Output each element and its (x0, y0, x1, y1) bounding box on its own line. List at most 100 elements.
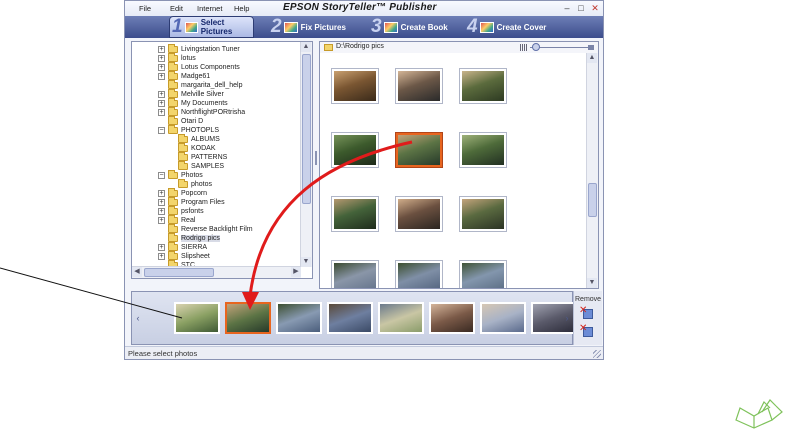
zoom-slider-knob[interactable] (532, 43, 540, 51)
tab-select-pictures[interactable]: 1 Select Pictures (169, 16, 254, 38)
expand-icon[interactable]: + (158, 73, 165, 80)
folder-icon (168, 62, 178, 71)
expand-icon[interactable]: + (158, 91, 165, 98)
thumbnail-grid (320, 53, 587, 288)
menu-help[interactable]: Help (234, 4, 249, 13)
tab-create-cover[interactable]: 4 Create Cover (467, 16, 546, 38)
scroll-left-icon[interactable]: ◀ (132, 267, 142, 277)
remove-all-button[interactable]: ✕ (579, 324, 595, 339)
close-button[interactable]: ✕ (589, 2, 601, 14)
expand-icon[interactable]: + (158, 100, 165, 107)
folder-tree-item[interactable]: + Slipsheet (158, 251, 210, 261)
folder-tree-item[interactable]: SAMPLES (168, 161, 224, 171)
photo-thumbnail[interactable] (332, 197, 378, 231)
large-view-icon[interactable] (588, 45, 594, 50)
strip-photo-thumbnail[interactable] (174, 302, 220, 334)
photo-thumbnail[interactable] (460, 133, 506, 167)
thumbnail-vertical-scrollbar[interactable]: ▲ ▼ (586, 53, 598, 288)
expand-icon[interactable]: + (158, 55, 165, 62)
tree-horizontal-scrollbar[interactable]: ◀ ▶ (132, 266, 301, 278)
path-bar: D:\Rodrigo pics (320, 42, 598, 53)
step-number: 4 (467, 16, 478, 37)
folder-tree-item[interactable]: + Real (158, 215, 196, 225)
photo-thumbnail[interactable] (460, 261, 506, 288)
menu-internet[interactable]: Internet (197, 4, 222, 13)
folder-tree-item[interactable]: + psfonts (158, 206, 204, 216)
folder-tree-item[interactable]: + Popcorn (158, 188, 208, 198)
folder-label: photos (191, 181, 213, 188)
menu-bar: File Edit Internet Help EPSON StoryTelle… (125, 1, 603, 17)
strip-photo-thumbnail[interactable] (225, 302, 271, 334)
photo-thumbnail[interactable] (460, 69, 506, 103)
photo-thumbnail[interactable] (396, 197, 442, 231)
scroll-down-icon[interactable]: ▼ (301, 257, 311, 267)
folder-icon (178, 134, 188, 143)
folder-icon (168, 251, 178, 260)
resize-grip-icon[interactable] (593, 350, 601, 358)
scroll-up-icon[interactable]: ▲ (587, 53, 597, 63)
folder-tree-item[interactable]: KODAK (168, 143, 216, 153)
splitter-grip-icon[interactable] (315, 151, 317, 165)
scroll-thumb[interactable] (302, 54, 311, 204)
folder-label: Rodrigo pics (181, 235, 220, 242)
tree-vertical-scrollbar[interactable]: ▲ ▼ (300, 42, 312, 267)
expand-icon[interactable]: + (158, 190, 165, 197)
menu-file[interactable]: File (139, 4, 151, 13)
photo-thumbnail[interactable] (332, 69, 378, 103)
photo-thumbnail[interactable] (332, 261, 378, 288)
expand-icon[interactable]: + (158, 244, 165, 251)
strip-photo-thumbnail[interactable] (327, 302, 373, 334)
expand-icon[interactable]: + (158, 199, 165, 206)
tab-create-book[interactable]: 3 Create Book (371, 16, 448, 38)
expand-icon[interactable]: + (158, 217, 165, 224)
collapse-icon[interactable]: − (158, 127, 165, 134)
photo-thumbnail[interactable] (396, 133, 442, 167)
folder-tree-item[interactable]: PATTERNS (168, 152, 227, 162)
tab-fix-pictures[interactable]: 2 Fix Pictures (271, 16, 346, 38)
remove-selected-button[interactable]: ✕ (579, 306, 595, 321)
strip-photo-thumbnail[interactable] (378, 302, 424, 334)
minimize-button[interactable]: – (561, 2, 573, 14)
photo-thumbnail[interactable] (460, 197, 506, 231)
scroll-up-icon[interactable]: ▲ (301, 42, 311, 52)
photo-thumbnail[interactable] (396, 69, 442, 103)
step-number: 3 (371, 16, 382, 37)
scroll-right-icon[interactable]: ▶ (291, 267, 301, 277)
expand-icon[interactable]: + (158, 208, 165, 215)
folder-tree-item[interactable]: ALBUMS (168, 134, 220, 144)
strip-photo-thumbnail[interactable] (276, 302, 322, 334)
app-window: File Edit Internet Help EPSON StoryTelle… (124, 0, 604, 360)
folder-tree-item[interactable]: + lotus (158, 53, 196, 63)
folder-label: Popcorn (181, 190, 208, 197)
scroll-down-icon[interactable]: ▼ (587, 278, 597, 288)
maximize-button[interactable]: □ (575, 2, 587, 14)
folder-tree-item[interactable]: Otari D (158, 116, 203, 126)
strip-photo-thumbnail[interactable] (480, 302, 526, 334)
menu-edit[interactable]: Edit (170, 4, 183, 13)
cover-icon (479, 21, 494, 33)
strip-left-icon[interactable]: ‹ (134, 310, 142, 326)
expand-icon[interactable]: + (158, 109, 165, 116)
scroll-thumb[interactable] (144, 268, 214, 277)
folder-tree-item[interactable]: − PHOTOPLS (158, 125, 219, 135)
strip-right-icon[interactable]: › (563, 310, 571, 326)
expand-icon[interactable]: + (158, 64, 165, 71)
scroll-thumb[interactable] (588, 183, 597, 217)
expand-icon[interactable]: + (158, 253, 165, 260)
folder-label: ALBUMS (191, 136, 220, 143)
folder-icon (178, 143, 188, 152)
folder-label: lotus (181, 55, 196, 62)
panel-splitter[interactable] (314, 41, 318, 279)
folder-label: Real (181, 217, 196, 224)
grid-view-icon[interactable] (520, 44, 527, 51)
photo-thumbnail[interactable] (332, 133, 378, 167)
folder-icon (178, 179, 188, 188)
book-icon (383, 21, 398, 33)
strip-photo-thumbnail[interactable] (429, 302, 475, 334)
photo-thumbnail[interactable] (396, 261, 442, 288)
folder-tree-item[interactable]: + Madge61 (158, 71, 210, 81)
app-title: EPSON StoryTeller™ Publisher (283, 2, 437, 13)
collapse-icon[interactable]: − (158, 172, 165, 179)
folder-tree-item[interactable]: + SIERRA (158, 242, 207, 252)
expand-icon[interactable]: + (158, 46, 165, 53)
